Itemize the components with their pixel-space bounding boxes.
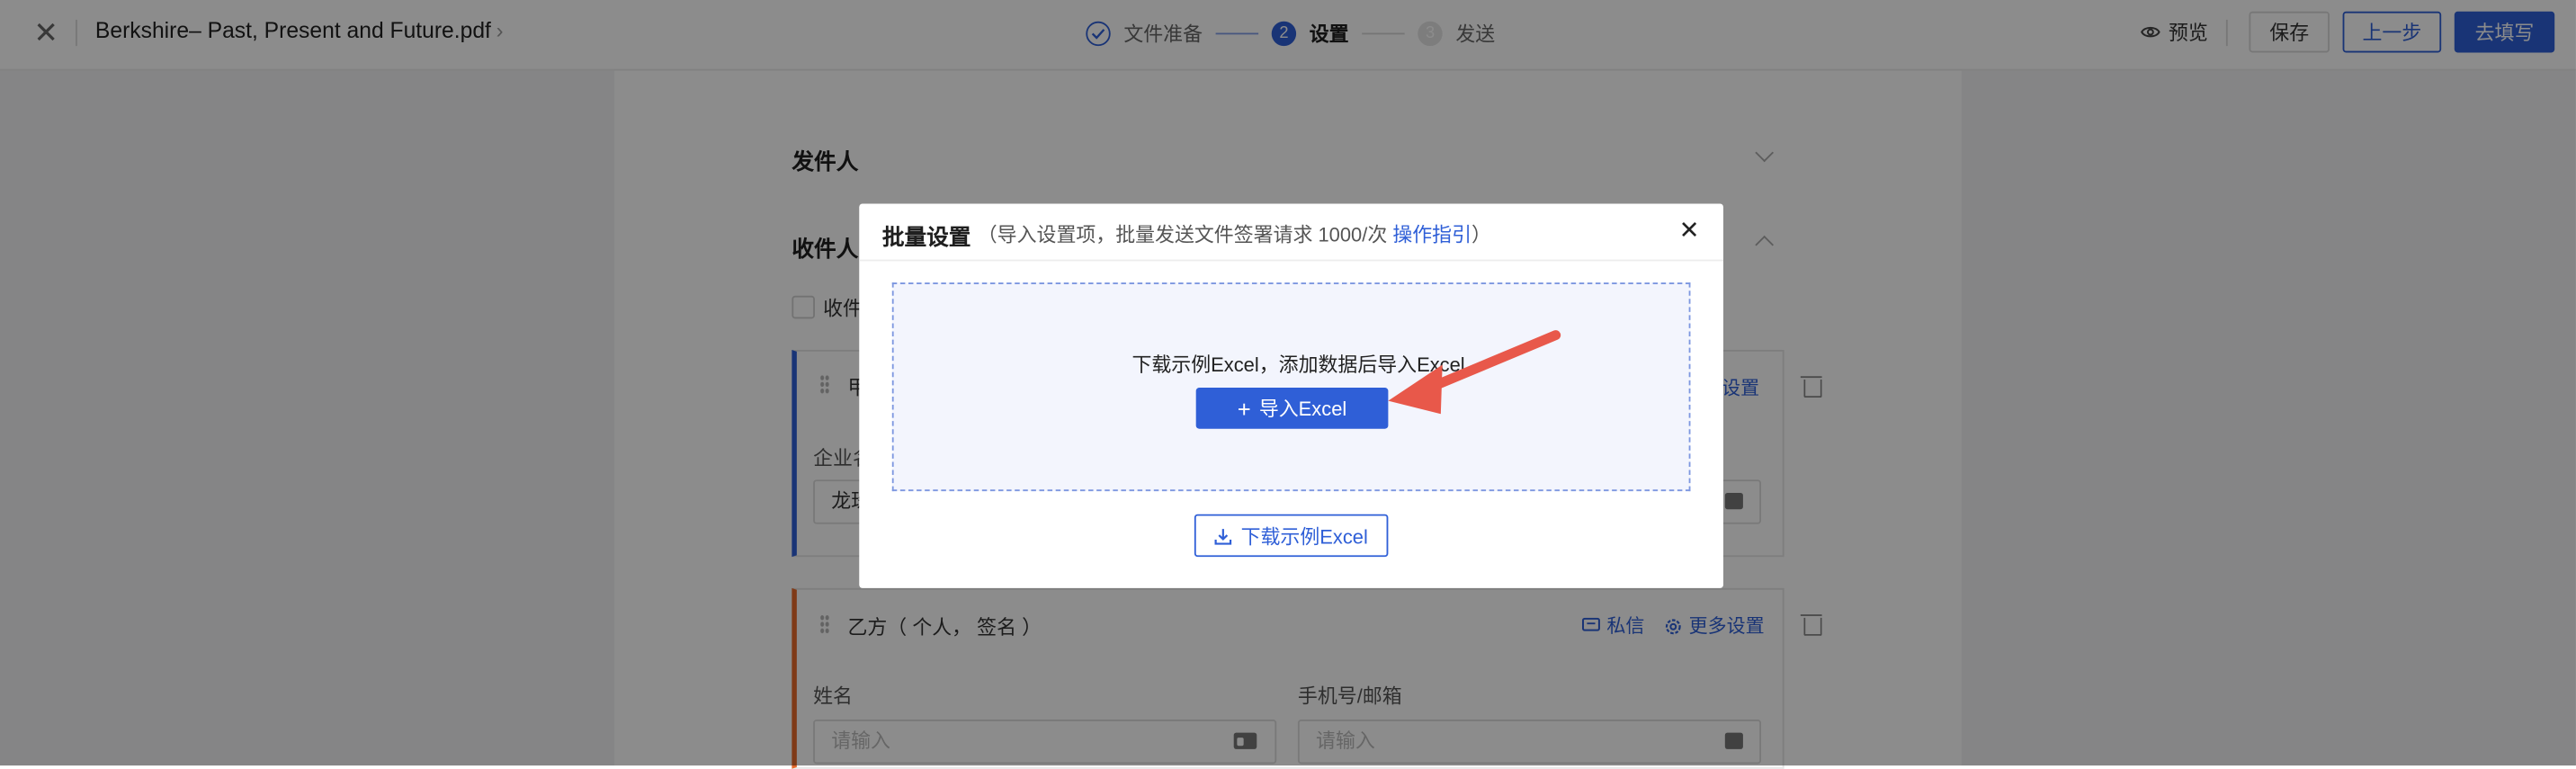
annotation-arrow (1388, 330, 1561, 415)
